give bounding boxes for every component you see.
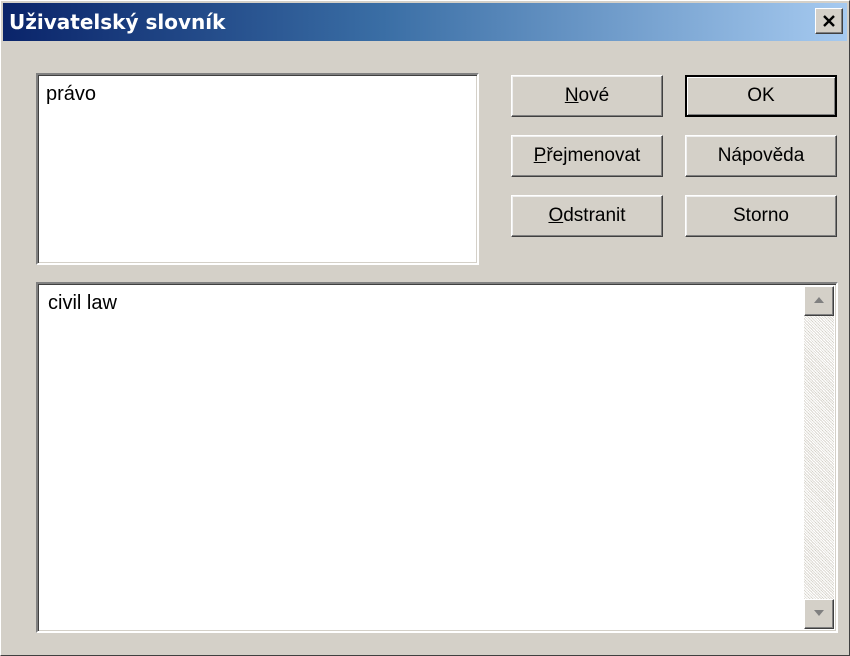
scroll-up-button[interactable]	[804, 286, 834, 316]
window-title: Uživatelský slovník	[9, 10, 226, 34]
title-bar[interactable]: Uživatelský slovník	[3, 3, 847, 41]
arrow-up-icon	[814, 297, 824, 303]
entry-list[interactable]: právo	[36, 73, 479, 265]
new-button[interactable]: Nové	[511, 75, 663, 117]
vertical-scrollbar[interactable]	[804, 286, 834, 629]
cancel-button[interactable]: Storno	[685, 195, 837, 237]
rename-button-accelerator: P	[533, 145, 547, 166]
delete-button-label: dstranit	[563, 205, 626, 226]
delete-button-accelerator: O	[548, 205, 564, 226]
scroll-down-button[interactable]	[804, 599, 834, 629]
arrow-down-icon	[814, 610, 824, 616]
list-item[interactable]: právo	[46, 83, 96, 106]
new-button-label: ové	[578, 85, 610, 106]
help-button[interactable]: Nápověda	[685, 135, 837, 177]
close-button[interactable]	[815, 8, 843, 34]
dialog-window: Uživatelský slovník právo Nové Přejmenov…	[0, 0, 850, 656]
rename-button-label: řejmenovat	[546, 145, 641, 166]
close-icon	[823, 15, 835, 27]
delete-button[interactable]: Odstranit	[511, 195, 663, 237]
new-button-accelerator: N	[564, 85, 579, 106]
rename-button[interactable]: Přejmenovat	[511, 135, 663, 177]
ok-button[interactable]: OK	[685, 75, 837, 117]
definition-textarea[interactable]: civil law	[36, 282, 838, 633]
definition-text: civil law	[48, 292, 117, 314]
